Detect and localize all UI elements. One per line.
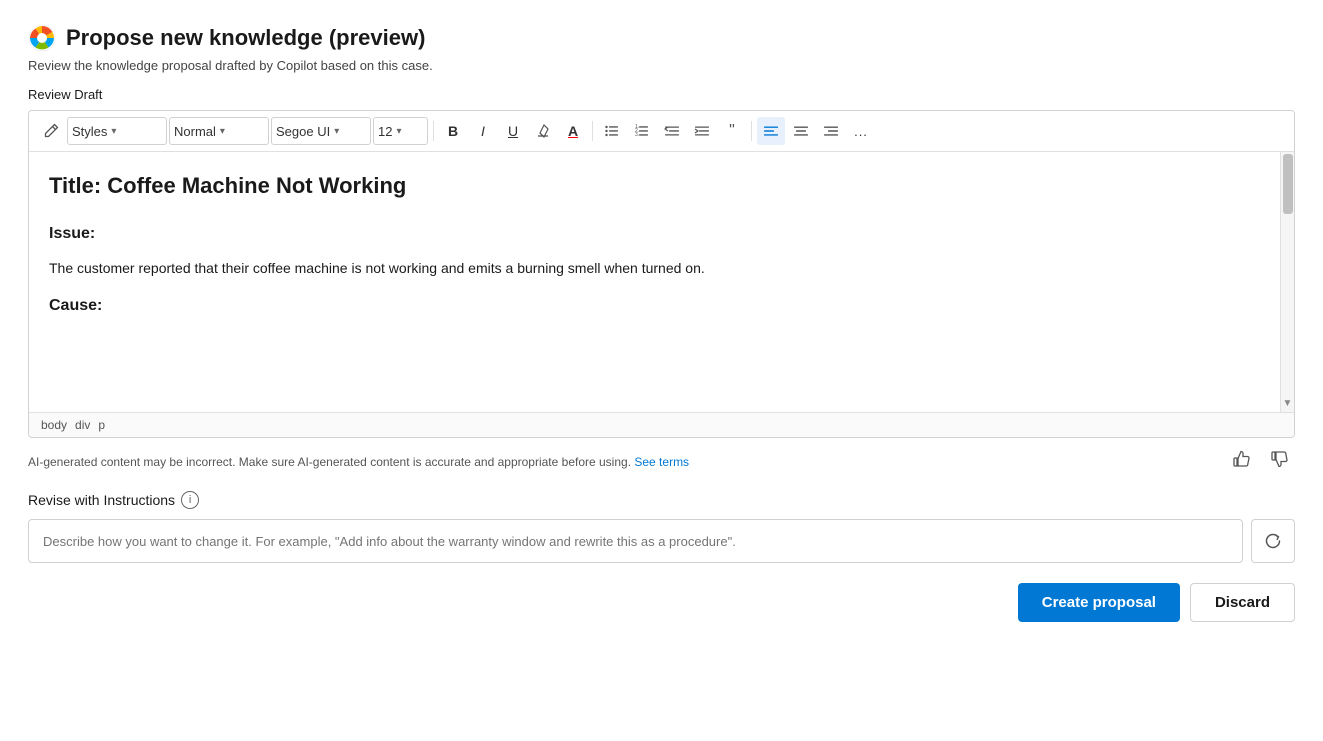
align-left-button[interactable] (757, 117, 785, 145)
revise-refresh-button[interactable] (1251, 519, 1295, 563)
styles-dropdown-arrow: ▾ (111, 126, 116, 137)
editor-statusbar: body div p (29, 412, 1294, 437)
page-subtitle: Review the knowledge proposal drafted by… (28, 58, 1295, 73)
bullet-list-button[interactable] (598, 117, 626, 145)
ai-disclaimer-text: AI-generated content may be incorrect. M… (28, 455, 689, 469)
size-dropdown-arrow: ▾ (396, 126, 401, 137)
styles-dropdown[interactable]: Styles ▾ (67, 117, 167, 145)
copilot-logo-icon (28, 24, 56, 52)
highlight-button[interactable] (529, 117, 557, 145)
normal-dropdown-arrow: ▾ (220, 126, 225, 137)
thumbs-down-button[interactable] (1265, 446, 1295, 477)
ai-disclaimer-row: AI-generated content may be incorrect. M… (28, 446, 1295, 477)
page-header: Propose new knowledge (preview) (28, 24, 1295, 52)
font-dropdown-arrow: ▾ (334, 126, 339, 137)
issue-text: The customer reported that their coffee … (49, 257, 1274, 279)
outdent-button[interactable] (658, 117, 686, 145)
more-options-button[interactable]: ... (847, 117, 875, 145)
toolbar-divider-2 (592, 121, 593, 141)
font-dropdown[interactable]: Segoe UI ▾ (271, 117, 371, 145)
toolbar-divider-1 (433, 121, 434, 141)
size-dropdown[interactable]: 12 ▾ (373, 117, 428, 145)
indent-button[interactable] (688, 117, 716, 145)
issue-heading: Issue: (49, 221, 1274, 247)
statusbar-p: p (98, 418, 105, 432)
review-draft-label: Review Draft (28, 87, 1295, 102)
scrollbar-thumb[interactable] (1283, 154, 1293, 214)
bold-button[interactable]: B (439, 117, 467, 145)
scrollbar-down-arrow[interactable]: ▼ (1281, 395, 1294, 412)
revise-instructions-input[interactable] (28, 519, 1243, 563)
align-center-button[interactable] (787, 117, 815, 145)
revise-input-row (28, 519, 1295, 563)
svg-text:3.: 3. (635, 132, 639, 138)
toolbar-divider-3 (751, 121, 752, 141)
thumbs-up-button[interactable] (1227, 446, 1257, 477)
cause-heading: Cause: (49, 293, 1274, 319)
editor-content-area[interactable]: Title: Coffee Machine Not Working Issue:… (29, 152, 1294, 412)
editor-container: Styles ▾ Normal ▾ Segoe UI ▾ 12 ▾ B I U (28, 110, 1295, 438)
quote-button[interactable]: " (718, 117, 746, 145)
underline-button[interactable]: U (499, 117, 527, 145)
normal-dropdown[interactable]: Normal ▾ (169, 117, 269, 145)
doc-title: Title: Coffee Machine Not Working (49, 168, 1274, 203)
page-title: Propose new knowledge (preview) (66, 25, 425, 51)
discard-button[interactable]: Discard (1190, 583, 1295, 622)
revise-label-text: Revise with Instructions (28, 492, 175, 508)
revise-label-row: Revise with Instructions i (28, 491, 1295, 509)
numbered-list-button[interactable]: 1. 2. 3. (628, 117, 656, 145)
italic-button[interactable]: I (469, 117, 497, 145)
revise-section: Revise with Instructions i (28, 491, 1295, 563)
align-right-button[interactable] (817, 117, 845, 145)
action-buttons: Create proposal Discard (28, 583, 1295, 622)
create-proposal-button[interactable]: Create proposal (1018, 583, 1180, 622)
revise-info-icon[interactable]: i (181, 491, 199, 509)
font-color-button[interactable]: A (559, 117, 587, 145)
editor-scrollbar[interactable]: ▲ ▼ (1280, 152, 1294, 412)
statusbar-body: body (41, 418, 67, 432)
statusbar-div: div (75, 418, 90, 432)
edit-icon-button[interactable] (37, 117, 65, 145)
feedback-buttons (1227, 446, 1295, 477)
see-terms-link[interactable]: See terms (634, 455, 689, 469)
editor-toolbar: Styles ▾ Normal ▾ Segoe UI ▾ 12 ▾ B I U (29, 111, 1294, 152)
